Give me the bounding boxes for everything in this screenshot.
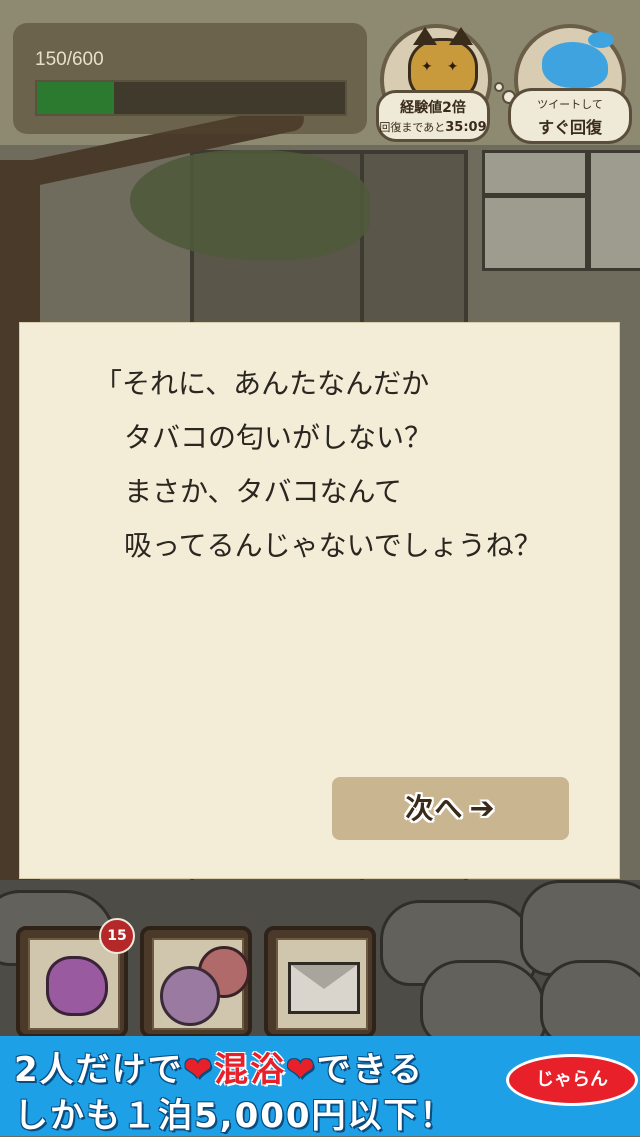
dialog-text: 「それに、あんたなんだか タバコの匂いがしない？ まさか、タバコなんて 吸ってる… <box>94 357 604 573</box>
cat-ear-icon <box>413 27 437 45</box>
xp-panel: 150/600 <box>13 23 367 134</box>
xp-counter: 150/600 <box>35 49 104 70</box>
envelope-flap <box>291 965 357 989</box>
ad-text: できる <box>316 1050 424 1090</box>
next-button-label-wrap: 次へ ➔ <box>332 777 569 840</box>
dialog-box: 「それに、あんたなんだか タバコの匂いがしない？ まさか、タバコなんて 吸ってる… <box>20 323 619 878</box>
dog-icon <box>46 956 108 1016</box>
item-slot-letter[interactable] <box>264 926 376 1038</box>
exp-boost-title: 経験値2倍 <box>400 100 466 116</box>
window-pane <box>482 150 588 196</box>
exp-boost-timer: 35:09 <box>445 120 487 135</box>
yarn-ball-icon <box>160 966 220 1026</box>
dialog-line: 吸ってるんじゃないでしょうね？ <box>124 529 542 562</box>
exp-boost-subtitle: 回復まであと <box>379 121 446 134</box>
dialog-line: 「それに、あんたなんだか <box>94 367 430 400</box>
ad-line-2: しかも１泊5,000円以下！ <box>14 1096 456 1136</box>
item-slot-inner <box>152 938 250 1030</box>
window-pane <box>482 195 588 271</box>
envelope-icon <box>288 962 360 1014</box>
next-button-label: 次へ <box>405 792 464 825</box>
item-slot-inner <box>276 938 368 1030</box>
item-slot-inner <box>28 938 120 1030</box>
ad-text: 2人だけで <box>14 1050 184 1090</box>
ad-highlight: 混浴 <box>214 1050 287 1090</box>
dialog-line: タバコの匂いがしない？ <box>124 421 433 454</box>
thought-dot <box>494 82 504 92</box>
arrow-right-icon: ➔ <box>469 791 496 826</box>
exp-boost-bubble: 経験値2倍 回復まであと35:09 <box>376 90 490 142</box>
heart-icon: ❤ <box>286 1050 317 1090</box>
notification-badge: 15 <box>99 918 135 954</box>
stone <box>540 960 640 1036</box>
window-pane <box>588 150 640 271</box>
ad-line-1: 2人だけで❤混浴❤できる <box>14 1042 424 1091</box>
cat-ear-icon <box>449 27 473 45</box>
xp-bar <box>35 80 347 116</box>
next-button[interactable]: 次へ ➔ <box>332 777 569 840</box>
tweet-title: ツイートして <box>537 98 603 111</box>
item-slot-yarn[interactable] <box>140 926 252 1038</box>
exp-boost-timer-line: 回復まであと35:09 <box>379 119 487 135</box>
exp-boost-badge[interactable]: ✦✦ 経験値2倍 回復まであと35:09 <box>376 24 492 142</box>
ad-logo[interactable]: じゃらん <box>506 1054 638 1106</box>
cat-eyes-icon: ✦✦ <box>421 59 473 75</box>
twitter-bird-icon <box>542 32 614 88</box>
xp-bar-fill <box>37 82 114 114</box>
stone <box>420 960 546 1036</box>
tweet-action: すぐ回復 <box>537 118 602 137</box>
tweet-recover-button[interactable]: ツイートして すぐ回復 <box>494 24 632 144</box>
dialog-line: まさか、タバコなんて <box>124 475 403 508</box>
heart-icon: ❤ <box>183 1050 215 1090</box>
tweet-bubble: ツイートして すぐ回復 <box>508 88 632 144</box>
